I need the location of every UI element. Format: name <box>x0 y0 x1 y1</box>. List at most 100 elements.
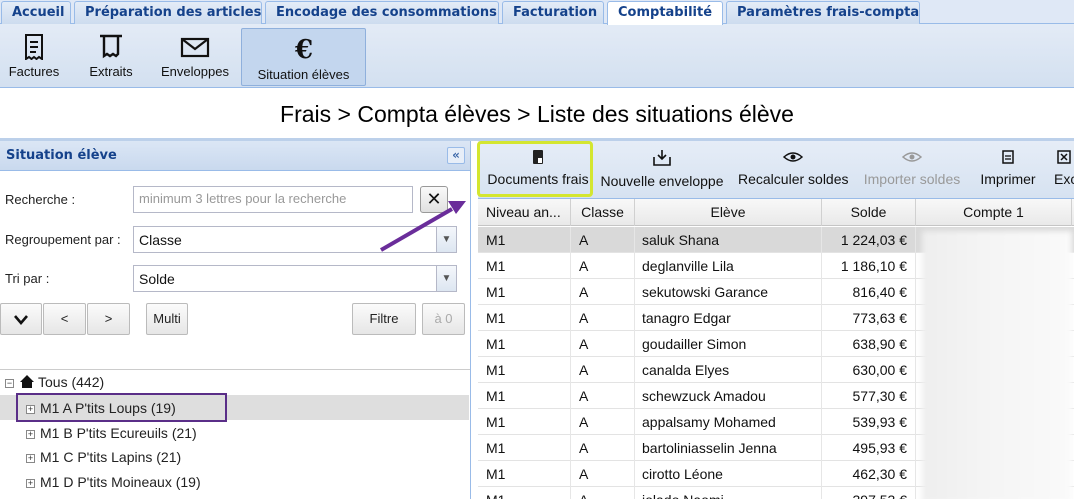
receipt-icon <box>100 34 122 59</box>
inbox-download-icon <box>653 150 671 166</box>
row-eleve: bartoliniasselin Jenna <box>635 435 822 461</box>
expand-icon[interactable]: + <box>26 478 35 488</box>
row-solde: 462,30 € <box>822 461 916 487</box>
imprimer-button[interactable]: Imprimer <box>976 145 1040 197</box>
recherche-label: Recherche : <box>5 192 76 207</box>
regroupement-value: Classe <box>139 232 182 248</box>
col-solde[interactable]: Solde <box>822 199 916 226</box>
tab-facturation[interactable]: Facturation <box>502 1 604 24</box>
page-title: Frais > Compta élèves > Liste des situat… <box>280 101 794 127</box>
row-classe: A <box>571 461 635 487</box>
row-niveau: M1 <box>478 279 571 305</box>
tab-encodage-consommations[interactable]: Encodage des consommations <box>265 1 499 24</box>
annotation-highlight-box <box>477 141 593 197</box>
row-classe: A <box>571 409 635 435</box>
search-input[interactable]: minimum 3 lettres pour la recherche <box>133 186 413 213</box>
row-solde: 773,63 € <box>822 305 916 331</box>
main-tab-bar: Accueil Préparation des articles Encodag… <box>0 0 1074 25</box>
previous-button[interactable]: < <box>43 303 86 335</box>
row-niveau: M1 <box>478 357 571 383</box>
row-niveau: M1 <box>478 227 571 253</box>
panel-header: Situation élève « <box>0 141 470 171</box>
recalculer-soldes-label: Recalculer soldes <box>738 171 849 187</box>
expand-all-button[interactable] <box>0 303 42 335</box>
row-eleve: tanagro Edgar <box>635 305 822 331</box>
chevron-down-icon <box>14 315 28 325</box>
col-compte1[interactable]: Compte 1 <box>916 199 1072 226</box>
regroupement-select[interactable]: Classe ▼ <box>133 226 457 253</box>
row-solde: 638,90 € <box>822 331 916 357</box>
situation-eleve-panel: Situation élève « Recherche : minimum 3 … <box>0 141 471 499</box>
tree-item-m1c[interactable]: + M1 C P'tits Lapins (21) <box>26 445 181 469</box>
row-niveau: M1 <box>478 461 571 487</box>
chevron-down-icon[interactable]: ▼ <box>436 227 456 252</box>
tri-value: Solde <box>139 271 175 287</box>
collapse-panel-icon[interactable]: « <box>447 147 465 164</box>
importer-soldes-button[interactable]: Importer soldes <box>862 145 962 197</box>
tree-root-label: Tous (442) <box>38 374 105 390</box>
row-eleve: sekutowski Garance <box>635 279 822 305</box>
extraits-button[interactable]: Extraits <box>82 28 140 86</box>
tri-label: Tri par : <box>5 271 50 286</box>
module-toolbar: Factures Extraits Enveloppes € Situation… <box>0 24 1074 88</box>
home-icon <box>20 375 34 388</box>
row-eleve: deglanville Lila <box>635 253 822 279</box>
tree-item-label: M1 D P'tits Moineaux (19) <box>40 474 201 490</box>
imprimer-label: Imprimer <box>980 171 1036 187</box>
clear-search-button[interactable]: ✕ <box>420 186 448 213</box>
class-tree: − Tous (442) + M1 A P'tits Loups (19) + M1… <box>0 369 470 499</box>
exporter-button[interactable]: Exc <box>1054 145 1074 197</box>
row-solde: 577,30 € <box>822 383 916 409</box>
filtre-button[interactable]: Filtre <box>352 303 416 335</box>
row-eleve: cirotto Léone <box>635 461 822 487</box>
row-classe: A <box>571 383 635 409</box>
col-niveau[interactable]: Niveau an... <box>478 199 571 226</box>
row-classe: A <box>571 487 635 499</box>
situation-grid: M1Ajolado Naomi397,53 €M1Acirotto Léone4… <box>478 227 1074 499</box>
tab-accueil[interactable]: Accueil <box>1 1 71 24</box>
row-classe: A <box>571 279 635 305</box>
recalculer-soldes-button[interactable]: Recalculer soldes <box>738 145 849 197</box>
next-button[interactable]: > <box>87 303 130 335</box>
tab-parametres-frais-compta[interactable]: Paramètres frais-compta <box>726 1 920 24</box>
tab-preparation-articles[interactable]: Préparation des articles <box>74 1 262 24</box>
tree-item-m1d[interactable]: + M1 D P'tits Moineaux (19) <box>26 470 201 494</box>
row-classe: A <box>571 253 635 279</box>
col-eleve[interactable]: Elève <box>635 199 822 226</box>
a-zero-button[interactable]: à 0 <box>422 303 465 335</box>
enveloppes-button[interactable]: Enveloppes <box>158 28 232 86</box>
row-eleve: appalsamy Mohamed <box>635 409 822 435</box>
grid-header: Niveau an... Classe Elève Solde Compte 1 <box>478 199 1074 226</box>
redacted-area <box>922 231 1072 499</box>
tree-root[interactable]: − Tous (442) <box>5 370 104 394</box>
row-solde: 539,93 € <box>822 409 916 435</box>
exporter-label: Exc <box>1054 171 1074 187</box>
row-niveau: M1 <box>478 487 571 499</box>
tree-item-m1b[interactable]: + M1 B P'tits Ecureuils (21) <box>26 421 197 445</box>
col-classe[interactable]: Classe <box>571 199 635 226</box>
situation-eleves-button[interactable]: € Situation élèves <box>241 28 366 86</box>
collapse-icon[interactable]: − <box>5 378 14 388</box>
tri-select[interactable]: Solde ▼ <box>133 265 457 292</box>
multi-button[interactable]: Multi <box>146 303 188 335</box>
excel-icon <box>1057 150 1071 164</box>
chevron-down-icon[interactable]: ▼ <box>436 266 456 291</box>
row-niveau: M1 <box>478 409 571 435</box>
row-niveau: M1 <box>478 331 571 357</box>
row-niveau: M1 <box>478 305 571 331</box>
expand-icon[interactable]: + <box>26 453 35 463</box>
row-niveau: M1 <box>478 253 571 279</box>
tab-comptabilite[interactable]: Comptabilité <box>607 1 723 25</box>
eye-icon <box>783 152 803 162</box>
tree-item-label: M1 B P'tits Ecureuils (21) <box>40 425 197 441</box>
row-classe: A <box>571 357 635 383</box>
importer-soldes-label: Importer soldes <box>863 171 961 187</box>
factures-button[interactable]: Factures <box>4 28 64 86</box>
row-solde: 1 224,03 € <box>822 227 916 253</box>
nouvelle-enveloppe-button[interactable]: Nouvelle enveloppe <box>600 145 724 197</box>
expand-icon[interactable]: + <box>26 429 35 439</box>
row-eleve: jolado Naomi <box>635 487 822 499</box>
row-classe: A <box>571 331 635 357</box>
factures-label: Factures <box>8 64 60 79</box>
svg-text:€: € <box>293 35 312 63</box>
